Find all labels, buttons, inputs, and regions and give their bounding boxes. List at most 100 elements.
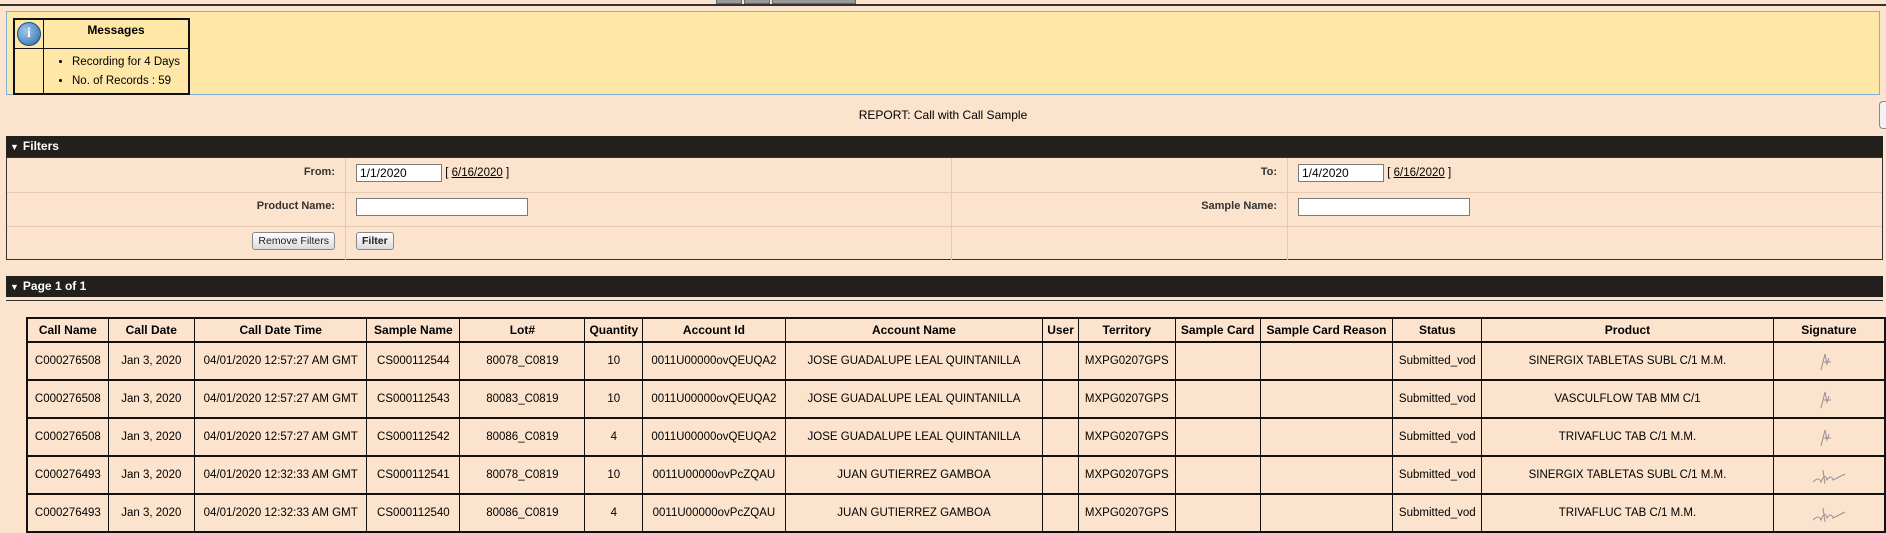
cell-lot: 80078_C0819 <box>459 341 586 381</box>
messages-spacer-cell <box>13 48 44 95</box>
top-tab-2[interactable] <box>744 0 770 4</box>
bracket-close: ] <box>1447 167 1452 180</box>
cell-user <box>1042 341 1079 381</box>
cell-sample-card <box>1174 341 1261 381</box>
signature-image-icon <box>1820 429 1831 447</box>
to-label: To: <box>952 158 1288 192</box>
cell-call-date-time: 04/01/2020 12:32:33 AM GMT <box>193 455 368 495</box>
column-header[interactable]: Signature <box>1772 317 1886 343</box>
cell-user <box>1042 493 1079 533</box>
remove-filters-button[interactable]: Remove Filters <box>252 232 335 250</box>
filter-button-cell: Filter <box>346 226 952 260</box>
column-header[interactable]: Status <box>1392 317 1483 343</box>
cell-call-date-time: 04/01/2020 12:57:27 AM GMT <box>193 341 368 381</box>
cell-user <box>1042 379 1079 419</box>
cell-call-date-time: 04/01/2020 12:57:27 AM GMT <box>193 417 368 457</box>
filters-header-label: Filters <box>22 139 59 153</box>
side-collapse-tab[interactable] <box>1879 101 1886 129</box>
cell-sample-name: CS000112543 <box>366 379 461 419</box>
report-table: Call Name Call Date Call Date Time Sampl… <box>26 317 1886 533</box>
cell-product: TRIVAFLUC TAB C/1 M.M. <box>1481 493 1774 533</box>
collapse-triangle-icon: ▼ <box>10 142 19 152</box>
bracket-open: [ <box>445 167 449 180</box>
cell-call-name: C000276493 <box>26 493 109 533</box>
cell-account-id: 0011U00000ovQEUQA2 <box>642 417 786 457</box>
cell-sample-name: CS000112540 <box>366 493 461 533</box>
messages-panel: i Messages Recording for 4 Days No. of R… <box>6 11 1880 95</box>
to-date-link[interactable]: 6/16/2020 <box>1394 167 1445 179</box>
message-item: Recording for 4 Days <box>72 53 188 72</box>
top-edge-bar <box>0 0 1886 6</box>
column-header[interactable]: Call Name <box>26 317 109 343</box>
cell-status: Submitted_vod <box>1392 379 1483 419</box>
cell-sample-name: CS000112541 <box>366 455 461 495</box>
cell-sample-card <box>1174 379 1261 419</box>
table-row[interactable]: C000276493 Jan 3, 2020 04/01/2020 12:32:33… <box>26 455 1886 495</box>
cell-call-name: C000276508 <box>26 417 109 457</box>
cell-call-name: C000276493 <box>26 455 109 495</box>
cell-account-name: JUAN GUTIERREZ GAMBOA <box>784 455 1044 495</box>
to-date-input[interactable] <box>1298 164 1384 182</box>
column-header[interactable]: Sample Name <box>366 317 461 343</box>
cell-territory: MXPG0207GPS <box>1077 455 1176 495</box>
product-name-label: Product Name: <box>7 192 346 226</box>
cell-lot: 80083_C0819 <box>459 379 586 419</box>
top-tab-1[interactable] <box>716 0 742 4</box>
cell-sample-name: CS000112542 <box>366 417 461 457</box>
table-row[interactable]: C000276508 Jan 3, 2020 04/01/2020 12:57:27… <box>26 417 1886 457</box>
cell-status: Submitted_vod <box>1392 417 1483 457</box>
sample-name-input[interactable] <box>1298 198 1470 216</box>
column-header[interactable]: User <box>1042 317 1079 343</box>
signature-image-icon <box>1820 353 1831 371</box>
cell-call-date-time: 04/01/2020 12:57:27 AM GMT <box>193 379 368 419</box>
from-date-input[interactable] <box>356 164 442 182</box>
table-row[interactable]: C000276508 Jan 3, 2020 04/01/2020 12:57:27… <box>26 379 1886 419</box>
top-tab-3[interactable] <box>772 0 856 4</box>
messages-table: i Messages Recording for 4 Days No. of R… <box>13 18 190 95</box>
table-row[interactable]: C000276508 Jan 3, 2020 04/01/2020 12:57:27… <box>26 341 1886 381</box>
column-header[interactable]: Account Name <box>784 317 1044 343</box>
cell-sample-card-reason <box>1259 379 1394 419</box>
filter-row-names: Product Name: Sample Name: <box>7 192 1882 227</box>
filter-row-buttons: Remove Filters Filter <box>7 226 1882 260</box>
column-header[interactable]: Sample Card <box>1174 317 1261 343</box>
cell-account-id: 0011U00000ovPcZQAU <box>642 455 786 495</box>
to-cell: [ 6/16/2020 ] <box>1288 158 1882 192</box>
column-header[interactable]: Quantity <box>584 317 644 343</box>
table-row[interactable]: C000276493 Jan 3, 2020 04/01/2020 12:32:33… <box>26 493 1886 533</box>
column-header[interactable]: Territory <box>1077 317 1176 343</box>
remove-filters-cell: Remove Filters <box>7 226 346 260</box>
signature-image-icon <box>1820 391 1831 409</box>
filter-button[interactable]: Filter <box>356 232 394 250</box>
cell-signature <box>1772 341 1886 381</box>
page-section-header[interactable]: ▼ Page 1 of 1 <box>6 276 1883 297</box>
cell-signature <box>1772 455 1886 495</box>
column-header[interactable]: Account Id <box>642 317 786 343</box>
cell-sample-card-reason <box>1259 493 1394 533</box>
collapse-triangle-icon: ▼ <box>10 282 19 292</box>
from-date-link[interactable]: 6/16/2020 <box>452 167 503 179</box>
column-header[interactable]: Product <box>1481 317 1774 343</box>
cell-lot: 80086_C0819 <box>459 493 586 533</box>
cell-product: SINERGIX TABLETAS SUBL C/1 M.M. <box>1481 341 1774 381</box>
cell-account-name: JOSE GUADALUPE LEAL QUINTANILLA <box>784 341 1044 381</box>
cell-call-date: Jan 3, 2020 <box>107 379 195 419</box>
cell-territory: MXPG0207GPS <box>1077 417 1176 457</box>
column-header[interactable]: Call Date <box>107 317 195 343</box>
cell-lot: 80086_C0819 <box>459 417 586 457</box>
cell-territory: MXPG0207GPS <box>1077 379 1176 419</box>
messages-title: Messages <box>43 18 190 49</box>
product-name-input[interactable] <box>356 198 528 216</box>
table-body: C000276508 Jan 3, 2020 04/01/2020 12:57:27… <box>26 341 1886 533</box>
filters-section-header[interactable]: ▼ Filters <box>6 136 1883 157</box>
cell-status: Submitted_vod <box>1392 341 1483 381</box>
column-header[interactable]: Lot# <box>459 317 586 343</box>
cell-product: VASCULFLOW TAB MM C/1 <box>1481 379 1774 419</box>
signature-image-icon <box>1812 469 1846 485</box>
table-header-row: Call Name Call Date Call Date Time Sampl… <box>26 317 1886 343</box>
cell-account-name: JOSE GUADALUPE LEAL QUINTANILLA <box>784 379 1044 419</box>
column-header[interactable]: Sample Card Reason <box>1259 317 1394 343</box>
column-header[interactable]: Call Date Time <box>193 317 368 343</box>
cell-account-id: 0011U00000ovPcZQAU <box>642 493 786 533</box>
report-table-wrap: Call Name Call Date Call Date Time Sampl… <box>26 317 1886 533</box>
